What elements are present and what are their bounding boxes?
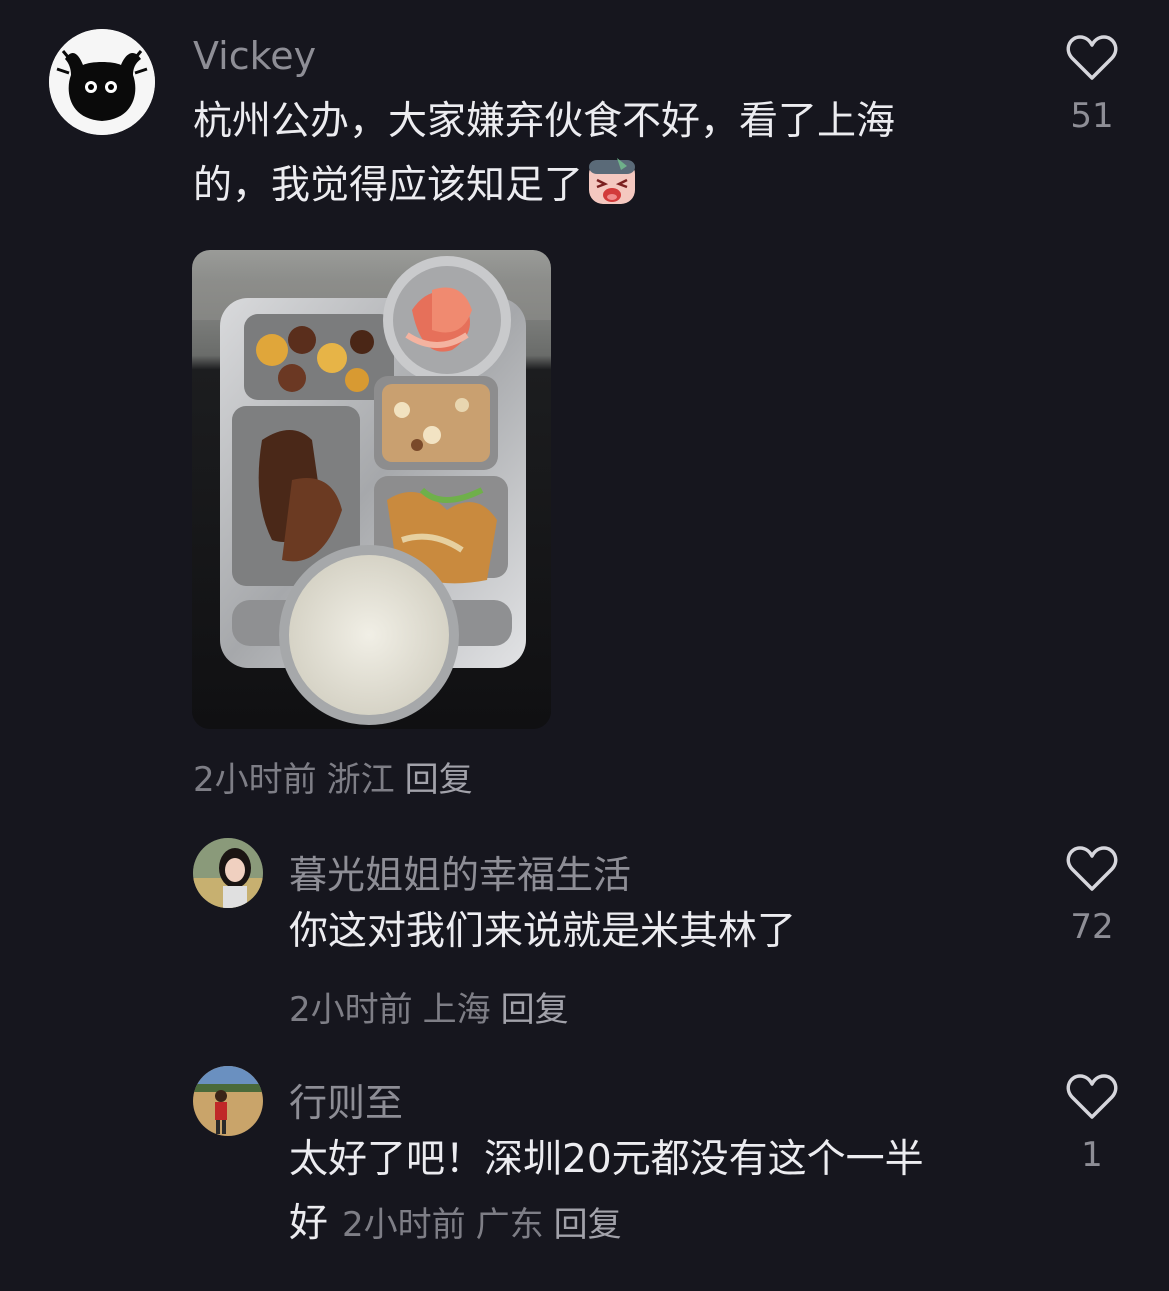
like-button[interactable]: 72 [1062, 845, 1122, 947]
like-button[interactable]: 1 [1062, 1073, 1122, 1175]
comment-meta: 2小时前 广东 回复 [342, 1205, 632, 1245]
comment-text-line-2: 的，我觉得应该知足了 [193, 154, 993, 226]
comment-text: 杭州公办，大家嫌弃伙食不好，看了上海 的，我觉得应该知足了 [193, 90, 993, 226]
heart-outline-icon [1066, 1074, 1118, 1119]
username[interactable]: 行则至 [289, 1072, 403, 1127]
username[interactable]: 暮光姐姐的幸福生活 [289, 844, 631, 899]
user-photo-avatar-icon [193, 838, 263, 908]
timestamp: 2小时前 [342, 1205, 466, 1245]
like-button[interactable]: 51 [1062, 34, 1122, 136]
heart-outline-icon [1066, 846, 1118, 891]
crying-face-emoji-icon [587, 156, 637, 226]
heart-outline-icon [1066, 35, 1118, 80]
location: 广东 [475, 1205, 544, 1245]
like-count: 51 [1070, 96, 1114, 136]
comment-meta: 2小时前 上海 回复 [289, 982, 579, 1031]
avatar[interactable] [49, 29, 155, 135]
location: 上海 [422, 990, 491, 1030]
black-cat-avatar-icon [49, 29, 155, 135]
comment-text-line: 的，我觉得应该知足了 [193, 163, 584, 208]
user-photo-avatar-icon [193, 1066, 263, 1136]
reply-button[interactable]: 回复 [554, 1205, 622, 1245]
comment-text: 太好了吧！深圳20元都没有这个一半 好 2小时前 广东 回复 [289, 1128, 1009, 1257]
like-count: 1 [1081, 1135, 1103, 1175]
comment-text: 你这对我们来说就是米其林了 [289, 909, 797, 954]
comment-text-line: 太好了吧！深圳20元都没有这个一半 [289, 1137, 924, 1182]
timestamp: 2小时前 [289, 990, 413, 1030]
username[interactable]: Vickey [193, 34, 316, 78]
comment-text-line: 好 [289, 1201, 329, 1246]
avatar[interactable] [193, 1066, 263, 1136]
timestamp: 2小时前 [193, 760, 317, 800]
comment-text-line: 杭州公办，大家嫌弃伙食不好，看了上海 [193, 99, 896, 144]
avatar[interactable] [193, 838, 263, 908]
reply-button[interactable]: 回复 [501, 990, 569, 1030]
comment-list: Vickey 杭州公办，大家嫌弃伙食不好，看了上海 的，我觉得应该知足了 2小时… [0, 0, 1169, 1291]
food-tray-photo[interactable] [192, 250, 551, 729]
comment-text-line-2: 好 2小时前 广东 回复 [289, 1192, 1009, 1257]
location: 浙江 [326, 760, 395, 800]
comment-meta: 2小时前 浙江 回复 [193, 752, 483, 801]
like-count: 72 [1070, 907, 1114, 947]
reply-button[interactable]: 回复 [405, 760, 473, 800]
